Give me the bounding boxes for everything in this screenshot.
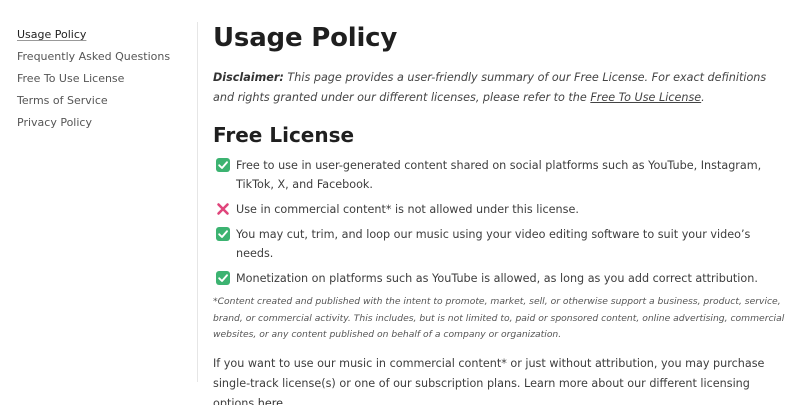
main-content: Usage Policy Disclaimer: This page provi… <box>213 18 785 405</box>
sidebar-item-faq[interactable]: Frequently Asked Questions <box>17 46 192 68</box>
closing-end: . <box>282 396 287 405</box>
rule-text: Monetization on platforms such as YouTub… <box>236 272 758 285</box>
section-title: Free License <box>213 123 355 147</box>
sidebar-divider <box>197 22 198 382</box>
sidebar-item-terms-of-service[interactable]: Terms of Service <box>17 90 192 112</box>
check-icon <box>216 158 230 172</box>
rule-text: Use in commercial content* is not allowe… <box>236 203 579 216</box>
free-to-use-license-link[interactable]: Free To Use License <box>590 91 701 104</box>
check-icon <box>216 227 230 241</box>
list-item: Monetization on platforms such as YouTub… <box>213 269 785 288</box>
cross-icon <box>216 202 230 216</box>
disclaimer-end: . <box>701 91 705 104</box>
page-title: Usage Policy <box>213 23 398 53</box>
sidebar-item-free-to-use-license[interactable]: Free To Use License <box>17 68 192 90</box>
rule-text: You may cut, trim, and loop our music us… <box>236 228 751 260</box>
closing-text: If you want to use our music in commerci… <box>213 356 765 405</box>
list-item: You may cut, trim, and loop our music us… <box>213 225 785 263</box>
list-item: Use in commercial content* is not allowe… <box>213 200 785 219</box>
sidebar-nav: Usage Policy Frequently Asked Questions … <box>17 24 192 134</box>
license-rules-list: Free to use in user-generated content sh… <box>213 156 785 288</box>
list-item: Free to use in user-generated content sh… <box>213 156 785 194</box>
rule-text: Free to use in user-generated content sh… <box>236 159 762 191</box>
check-icon <box>216 271 230 285</box>
disclaimer-label: Disclaimer: <box>213 71 284 84</box>
disclaimer: Disclaimer: This page provides a user-fr… <box>213 68 785 108</box>
sidebar-item-privacy-policy[interactable]: Privacy Policy <box>17 112 192 134</box>
licensing-options-link[interactable]: here <box>258 397 283 405</box>
closing-paragraph: If you want to use our music in commerci… <box>213 354 785 405</box>
sidebar-item-usage-policy[interactable]: Usage Policy <box>17 24 192 46</box>
commercial-content-footnote: *Content created and published with the … <box>213 296 785 340</box>
page: Usage Policy Frequently Asked Questions … <box>0 0 800 405</box>
